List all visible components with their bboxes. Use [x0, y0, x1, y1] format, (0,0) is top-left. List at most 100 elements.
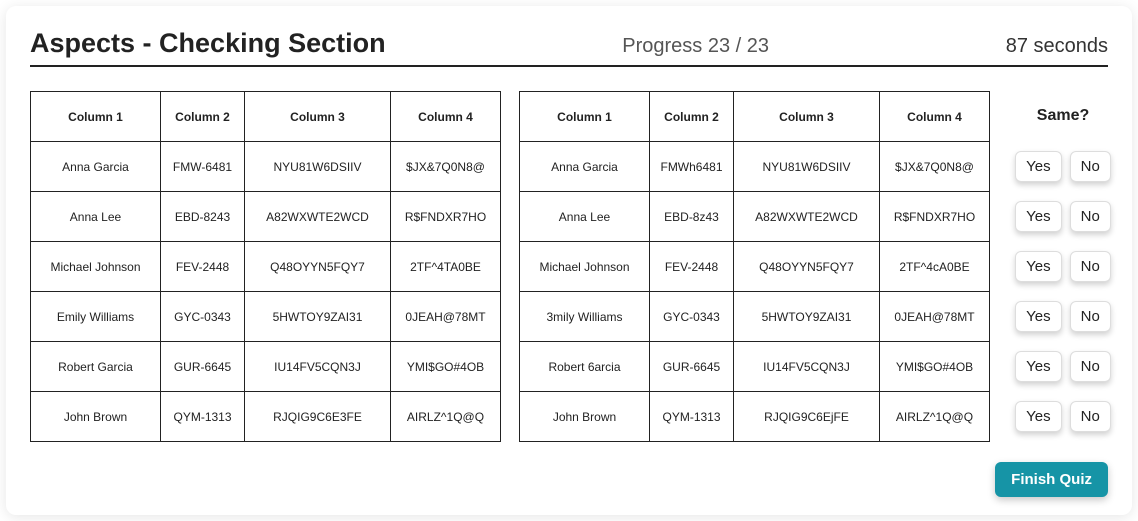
table-cell: GYC-0343	[650, 292, 734, 342]
table-cell: 5HWTOY9ZAI31	[734, 292, 880, 342]
table-cell: R$FNDXR7HO	[880, 192, 990, 242]
table-cell: EBD-8243	[161, 192, 245, 242]
table-row: Anna LeeEBD-8243A82WXWTE2WCDR$FNDXR7HO	[31, 192, 501, 242]
table-cell: Michael Johnson	[31, 242, 161, 292]
table-cell: Anna Lee	[31, 192, 161, 242]
table-cell: RJQIG9C6EjFE	[734, 392, 880, 442]
answer-row: Yes No	[1015, 341, 1111, 391]
table-cell: QYM-1313	[650, 392, 734, 442]
left-table-body: Anna GarciaFMW-6481NYU81W6DSIIV$JX&7Q0N8…	[31, 142, 501, 442]
table-cell: YMI$GO#4OB	[880, 342, 990, 392]
table-cell: Q48OYYN5FQY7	[245, 242, 391, 292]
table-cell: R$FNDXR7HO	[391, 192, 501, 242]
table-header-row: Column 1 Column 2 Column 3 Column 4	[31, 92, 501, 142]
column-header: Column 4	[880, 92, 990, 142]
timer-text: 87 seconds	[1006, 35, 1108, 58]
answer-row: Yes No	[1015, 291, 1111, 341]
table-cell: GUR-6645	[650, 342, 734, 392]
table-cell: 3mily Williams	[520, 292, 650, 342]
no-button[interactable]: No	[1070, 301, 1111, 332]
column-header: Column 2	[650, 92, 734, 142]
answer-row: Yes No	[1015, 391, 1111, 441]
table-cell: Anna Lee	[520, 192, 650, 242]
table-cell: Robert 6arcia	[520, 342, 650, 392]
table-row: John BrownQYM-1313RJQIG9C6EjFEAIRLZ^1Q@Q	[520, 392, 990, 442]
table-row: Anna GarciaFMWh6481NYU81W6DSIIV$JX&7Q0N8…	[520, 142, 990, 192]
no-button[interactable]: No	[1070, 201, 1111, 232]
right-table: Column 1 Column 2 Column 3 Column 4 Anna…	[519, 91, 990, 442]
table-row: John BrownQYM-1313RJQIG9C6E3FEAIRLZ^1Q@Q	[31, 392, 501, 442]
table-cell: $JX&7Q0N8@	[391, 142, 501, 192]
yes-button[interactable]: Yes	[1015, 151, 1061, 182]
answers-title: Same?	[1037, 91, 1089, 141]
column-header: Column 1	[31, 92, 161, 142]
no-button[interactable]: No	[1070, 351, 1111, 382]
column-header: Column 1	[520, 92, 650, 142]
column-header: Column 3	[245, 92, 391, 142]
yes-button[interactable]: Yes	[1015, 301, 1061, 332]
table-row: Robert 6arciaGUR-6645IU14FV5CQN3JYMI$GO#…	[520, 342, 990, 392]
table-cell: NYU81W6DSIIV	[245, 142, 391, 192]
table-cell: IU14FV5CQN3J	[734, 342, 880, 392]
right-table-head: Column 1 Column 2 Column 3 Column 4	[520, 92, 990, 142]
left-table: Column 1 Column 2 Column 3 Column 4 Anna…	[30, 91, 501, 442]
table-cell: Emily Williams	[31, 292, 161, 342]
table-cell: AIRLZ^1Q@Q	[391, 392, 501, 442]
answers-column: Same? Yes No Yes No Yes No Yes No Yes No Yes No	[1008, 91, 1118, 441]
table-cell: Anna Garcia	[520, 142, 650, 192]
table-row: Robert GarciaGUR-6645IU14FV5CQN3JYMI$GO#…	[31, 342, 501, 392]
table-cell: GYC-0343	[161, 292, 245, 342]
table-cell: Michael Johnson	[520, 242, 650, 292]
table-row: Anna LeeEBD-8z43A82WXWTE2WCDR$FNDXR7HO	[520, 192, 990, 242]
table-cell: FEV-2448	[650, 242, 734, 292]
table-cell: FMW-6481	[161, 142, 245, 192]
finish-quiz-button[interactable]: Finish Quiz	[995, 462, 1108, 497]
table-cell: IU14FV5CQN3J	[245, 342, 391, 392]
right-table-body: Anna GarciaFMWh6481NYU81W6DSIIV$JX&7Q0N8…	[520, 142, 990, 442]
table-cell: 2TF^4cA0BE	[880, 242, 990, 292]
answer-row: Yes No	[1015, 191, 1111, 241]
table-header-row: Column 1 Column 2 Column 3 Column 4	[520, 92, 990, 142]
table-cell: FMWh6481	[650, 142, 734, 192]
table-row: Michael JohnsonFEV-2448Q48OYYN5FQY72TF^4…	[520, 242, 990, 292]
table-cell: QYM-1313	[161, 392, 245, 442]
table-row: Michael JohnsonFEV-2448Q48OYYN5FQY72TF^4…	[31, 242, 501, 292]
no-button[interactable]: No	[1070, 401, 1111, 432]
table-row: Emily WilliamsGYC-03435HWTOY9ZAI310JEAH@…	[31, 292, 501, 342]
table-cell: 5HWTOY9ZAI31	[245, 292, 391, 342]
header-bar: Aspects - Checking Section Progress 23 /…	[30, 28, 1108, 67]
table-cell: NYU81W6DSIIV	[734, 142, 880, 192]
table-row: Anna GarciaFMW-6481NYU81W6DSIIV$JX&7Q0N8…	[31, 142, 501, 192]
progress-text: Progress 23 / 23	[386, 35, 1006, 58]
table-cell: Anna Garcia	[31, 142, 161, 192]
table-cell: A82WXWTE2WCD	[245, 192, 391, 242]
yes-button[interactable]: Yes	[1015, 351, 1061, 382]
table-cell: EBD-8z43	[650, 192, 734, 242]
no-button[interactable]: No	[1070, 151, 1111, 182]
yes-button[interactable]: Yes	[1015, 401, 1061, 432]
table-cell: YMI$GO#4OB	[391, 342, 501, 392]
comparison-area: Column 1 Column 2 Column 3 Column 4 Anna…	[30, 91, 1108, 442]
answer-row: Yes No	[1015, 241, 1111, 291]
column-header: Column 3	[734, 92, 880, 142]
table-cell: RJQIG9C6E3FE	[245, 392, 391, 442]
table-cell: A82WXWTE2WCD	[734, 192, 880, 242]
table-cell: 0JEAH@78MT	[880, 292, 990, 342]
table-cell: John Brown	[31, 392, 161, 442]
quiz-card: Aspects - Checking Section Progress 23 /…	[6, 6, 1132, 515]
table-cell: 0JEAH@78MT	[391, 292, 501, 342]
yes-button[interactable]: Yes	[1015, 201, 1061, 232]
left-table-head: Column 1 Column 2 Column 3 Column 4	[31, 92, 501, 142]
yes-button[interactable]: Yes	[1015, 251, 1061, 282]
table-cell: John Brown	[520, 392, 650, 442]
no-button[interactable]: No	[1070, 251, 1111, 282]
table-cell: $JX&7Q0N8@	[880, 142, 990, 192]
table-cell: 2TF^4TA0BE	[391, 242, 501, 292]
column-header: Column 4	[391, 92, 501, 142]
table-cell: Q48OYYN5FQY7	[734, 242, 880, 292]
table-cell: GUR-6645	[161, 342, 245, 392]
table-cell: AIRLZ^1Q@Q	[880, 392, 990, 442]
footer: Finish Quiz	[30, 462, 1108, 497]
page-title: Aspects - Checking Section	[30, 28, 386, 59]
answer-row: Yes No	[1015, 141, 1111, 191]
